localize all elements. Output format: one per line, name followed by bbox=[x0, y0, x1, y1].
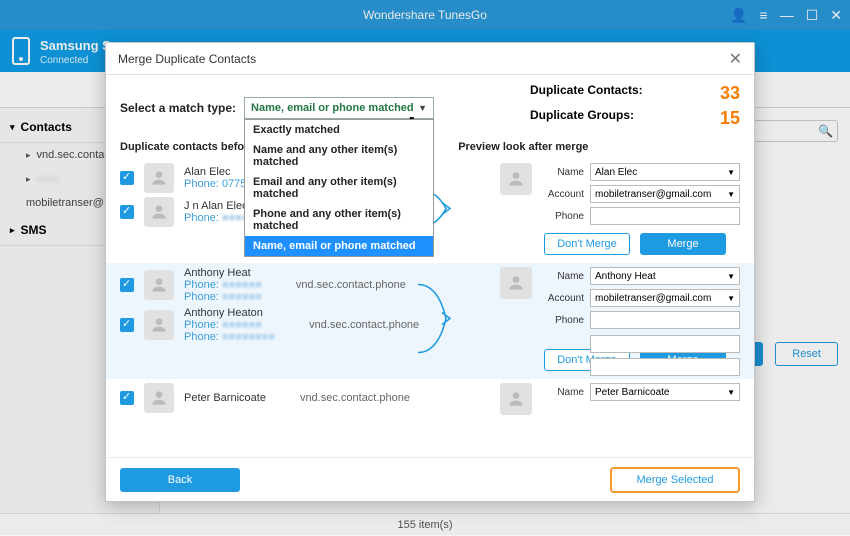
avatar bbox=[144, 270, 174, 300]
avatar bbox=[500, 163, 532, 195]
checkbox[interactable] bbox=[120, 278, 134, 292]
name-select[interactable]: Peter Barnicoate▼ bbox=[590, 383, 740, 401]
avatar bbox=[144, 383, 174, 413]
match-type-value: Name, email or phone matched bbox=[251, 102, 414, 114]
modal-title: Merge Duplicate Contacts bbox=[118, 52, 256, 66]
duplicate-stats: Duplicate Contacts: 33 Duplicate Groups: 1… bbox=[530, 83, 740, 133]
contact-source: vnd.sec.contact.phone bbox=[309, 319, 419, 331]
field-label: Name bbox=[540, 271, 584, 282]
stat-label: Duplicate Groups: bbox=[530, 108, 634, 129]
preview-panel: Name Peter Barnicoate▼ bbox=[500, 383, 740, 415]
phone-input[interactable] bbox=[590, 207, 740, 225]
phone-input[interactable] bbox=[590, 335, 740, 353]
field-label: Name bbox=[540, 387, 584, 398]
avatar bbox=[500, 267, 532, 299]
phone-input[interactable] bbox=[590, 311, 740, 329]
match-option-selected[interactable]: Name, email or phone matched bbox=[245, 236, 433, 256]
duplicate-group: Anthony Heat Phone: ■■■■■■ Phone: ■■■■■■… bbox=[106, 263, 754, 379]
phone-label: Phone: bbox=[184, 178, 219, 190]
preview-panel: Name Alan Elec▼ Account mobiletranser@gmai… bbox=[500, 163, 740, 229]
match-option[interactable]: Exactly matched bbox=[245, 120, 433, 140]
merge-arrow-icon bbox=[416, 279, 456, 364]
field-label: Name bbox=[540, 167, 584, 178]
field-label: Phone bbox=[540, 211, 584, 222]
modal-header: Merge Duplicate Contacts ✕ bbox=[106, 43, 754, 75]
phone-input[interactable] bbox=[590, 358, 740, 376]
checkbox[interactable] bbox=[120, 318, 134, 332]
phone-label: Phone: bbox=[184, 331, 219, 343]
contact-name: Anthony Heaton bbox=[184, 307, 275, 319]
match-type-dropdown: Exactly matched Name and any other item(… bbox=[244, 119, 434, 257]
chevron-down-icon: ▼ bbox=[727, 294, 735, 303]
contact-source: vnd.sec.contact.phone bbox=[296, 279, 406, 291]
close-icon[interactable]: ✕ bbox=[729, 49, 742, 69]
match-type-label: Select a match type: bbox=[120, 101, 236, 115]
phone-value: ■■■■■■■■ bbox=[222, 331, 275, 343]
phone-label: Phone: bbox=[184, 212, 219, 224]
field-label: Account bbox=[540, 189, 584, 200]
preview-panel: Name Anthony Heat▼ Account mobiletranser@g… bbox=[500, 267, 740, 380]
phone-label: Phone: bbox=[184, 291, 219, 303]
name-select[interactable]: Alan Elec▼ bbox=[590, 163, 740, 181]
phone-value: ■■■■■■ bbox=[222, 319, 262, 331]
stat-value: 15 bbox=[720, 108, 740, 129]
field-label: Phone bbox=[540, 315, 584, 326]
chevron-down-icon: ▼ bbox=[727, 168, 735, 177]
chevron-down-icon: ▼ bbox=[727, 388, 735, 397]
back-button[interactable]: Back bbox=[120, 468, 240, 492]
match-option[interactable]: Phone and any other item(s) matched bbox=[245, 204, 433, 236]
merge-button[interactable]: Merge bbox=[640, 233, 726, 255]
avatar bbox=[500, 383, 532, 415]
phone-value: ■■■■■■ bbox=[222, 291, 262, 303]
checkbox[interactable] bbox=[120, 171, 134, 185]
stat-label: Duplicate Contacts: bbox=[530, 83, 643, 104]
dont-merge-button[interactable]: Don't Merge bbox=[544, 233, 630, 255]
field-label: Account bbox=[540, 293, 584, 304]
chevron-down-icon: ▼ bbox=[727, 272, 735, 281]
match-type-row: Select a match type: Name, email or phon… bbox=[120, 83, 500, 133]
phone-label: Phone: bbox=[184, 319, 219, 331]
checkbox[interactable] bbox=[120, 391, 134, 405]
duplicate-group: Peter Barnicoate vnd.sec.contact.phone N… bbox=[106, 379, 754, 425]
match-option[interactable]: Email and any other item(s) matched bbox=[245, 172, 433, 204]
match-type-select[interactable]: Name, email or phone matched ▼ bbox=[244, 97, 434, 119]
chevron-down-icon: ▼ bbox=[418, 103, 427, 113]
avatar bbox=[144, 197, 174, 227]
avatar bbox=[144, 163, 174, 193]
checkbox[interactable] bbox=[120, 205, 134, 219]
phone-value: ■■■■■■ bbox=[222, 279, 262, 291]
avatar bbox=[144, 310, 174, 340]
match-option[interactable]: Name and any other item(s) matched bbox=[245, 140, 433, 172]
stat-value: 33 bbox=[720, 83, 740, 104]
contact-name: Peter Barnicoate bbox=[184, 392, 266, 404]
merge-duplicates-modal: Merge Duplicate Contacts ✕ Select a matc… bbox=[105, 42, 755, 502]
phone-label: Phone: bbox=[184, 279, 219, 291]
merge-selected-button[interactable]: Merge Selected bbox=[610, 467, 740, 493]
modal-footer: Back Merge Selected bbox=[106, 457, 754, 501]
contact-source: vnd.sec.contact.phone bbox=[300, 392, 410, 404]
contact-name: Anthony Heat bbox=[184, 267, 262, 279]
name-select[interactable]: Anthony Heat▼ bbox=[590, 267, 740, 285]
chevron-down-icon: ▼ bbox=[727, 190, 735, 199]
account-select[interactable]: mobiletranser@gmail.com▼ bbox=[590, 289, 740, 307]
section-after-label: Preview look after merge bbox=[458, 141, 740, 153]
account-select[interactable]: mobiletranser@gmail.com▼ bbox=[590, 185, 740, 203]
